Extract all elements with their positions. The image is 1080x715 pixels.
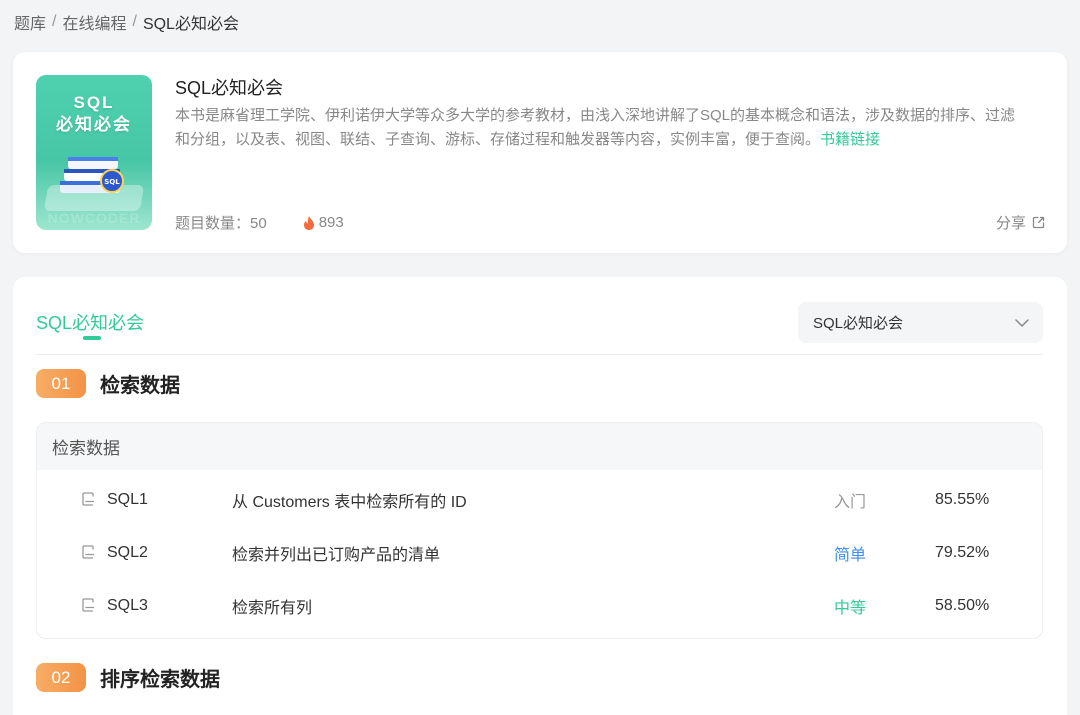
section-title: 检索数据 — [100, 375, 180, 397]
question-group-title: 检索数据 — [37, 423, 1042, 470]
question-doc-icon — [82, 492, 95, 506]
question-group: 检索数据 SQL1 从 Customers 表中检索所有的 ID 入门 85.5… — [36, 422, 1043, 639]
cover-watermark: NOWCODER — [47, 210, 141, 226]
question-title[interactable]: 检索所有列 — [232, 594, 312, 618]
chevron-down-icon — [1015, 318, 1029, 327]
section-header-01: 01 检索数据 — [36, 369, 180, 398]
breadcrumb-separator: / — [132, 13, 137, 30]
pass-rate: 58.50% — [935, 596, 990, 614]
question-count: 题目数量：50 — [175, 215, 267, 232]
section-title: 排序检索数据 — [100, 669, 220, 691]
section-header-02: 02 排序检索数据 — [36, 663, 220, 692]
share-button[interactable]: 分享 — [996, 212, 1045, 233]
difficulty-label: 中等 — [834, 599, 867, 617]
book-cover: SQL 必知必会 SQL NOWCODER — [36, 75, 152, 230]
cover-title: SQL 必知必会 — [56, 93, 132, 134]
section-number-badge: 02 — [36, 663, 86, 692]
breadcrumb-item-tiku[interactable]: 题库 — [14, 10, 46, 34]
breadcrumb-current: SQL必知必会 — [142, 16, 239, 33]
question-row[interactable]: SQL3 检索所有列 中等 58.50% — [37, 579, 1042, 632]
difficulty-label: 简单 — [834, 546, 867, 564]
pass-rate: 85.55% — [935, 490, 990, 508]
book-link[interactable]: 书籍链接 — [820, 131, 880, 148]
pass-rate: 79.52% — [935, 543, 990, 561]
book-stack-illustration: SQL — [60, 157, 124, 193]
question-doc-icon — [82, 545, 95, 559]
external-link-icon — [1032, 216, 1045, 229]
tab-sql-bizhi-bihui[interactable]: SQL必知必会 — [36, 309, 144, 335]
question-title[interactable]: 检索并列出已订购产品的清单 — [232, 541, 440, 565]
question-id: SQL3 — [107, 596, 148, 614]
book-title: SQL必知必会 — [175, 78, 284, 98]
breadcrumb: 题库 / 在线编程 / SQL必知必会 — [14, 10, 239, 34]
question-id: SQL1 — [107, 490, 148, 508]
book-info-card: SQL 必知必会 SQL NOWCODER SQL必知必会 本书是麻省理工学院、… — [13, 52, 1067, 253]
question-row[interactable]: SQL1 从 Customers 表中检索所有的 ID 入门 85.55% — [37, 473, 1042, 526]
question-title[interactable]: 从 Customers 表中检索所有的 ID — [232, 488, 467, 512]
svg-text:SQL: SQL — [104, 178, 120, 186]
question-doc-icon — [82, 598, 95, 612]
fire-icon — [303, 215, 314, 230]
question-id: SQL2 — [107, 543, 148, 561]
question-list-card: SQL必知必会 SQL必知必会 01 检索数据 检索数据 SQL1 从 Cust… — [13, 277, 1067, 715]
section-number-badge: 01 — [36, 369, 86, 398]
difficulty-label: 入门 — [834, 493, 867, 511]
book-description: 本书是麻省理工学院、伊利诺伊大学等众多大学的参考教材，由浅入深地讲解了SQL的基… — [175, 107, 1016, 148]
book-select-dropdown[interactable]: SQL必知必会 — [798, 302, 1043, 343]
tab-divider — [36, 354, 1043, 355]
book-meta: 题目数量：50 893 — [175, 212, 344, 233]
question-row[interactable]: SQL2 检索并列出已订购产品的清单 简单 79.52% — [37, 526, 1042, 579]
breadcrumb-item-online-coding[interactable]: 在线编程 — [62, 10, 126, 34]
tab-active-indicator — [83, 336, 101, 340]
heat-count: 893 — [303, 214, 344, 231]
select-value: SQL必知必会 — [813, 315, 904, 332]
breadcrumb-separator: / — [52, 13, 57, 30]
